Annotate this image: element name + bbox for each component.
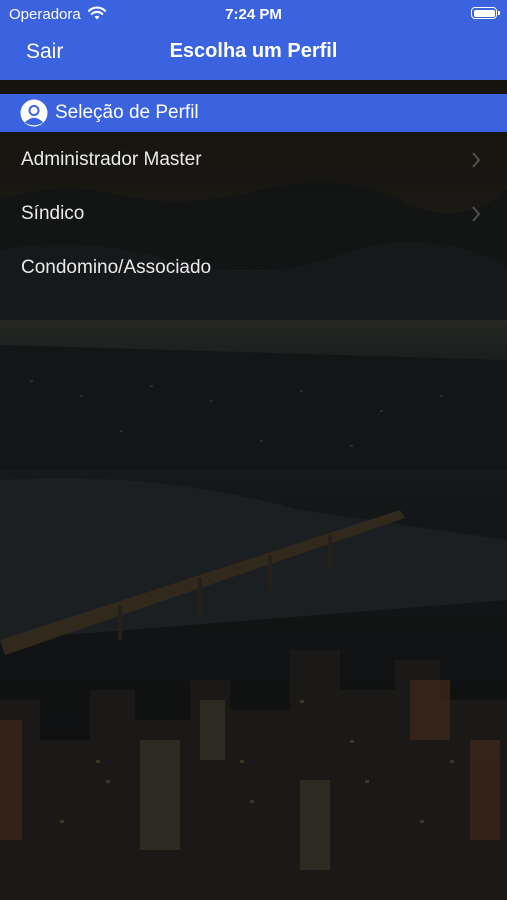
profile-item-label: Condomino/Associado	[21, 257, 212, 278]
profile-list: Administrador Master Síndico Condomino/A…	[0, 133, 507, 295]
profile-selection-header: Seleção de Perfil	[0, 94, 507, 132]
status-bar: Operadora 7:24 PM	[0, 0, 507, 28]
status-time: 7:24 PM	[225, 6, 282, 23]
profile-user-icon	[20, 99, 48, 127]
profile-item-condomino-associado[interactable]: Condomino/Associado	[0, 241, 507, 295]
battery-icon	[471, 7, 500, 19]
chevron-right-icon	[472, 152, 481, 168]
exit-button[interactable]: Sair	[26, 40, 63, 64]
profile-item-administrador-master[interactable]: Administrador Master	[0, 133, 507, 187]
chevron-right-icon	[472, 206, 481, 222]
profile-item-label: Síndico	[21, 203, 85, 224]
page-title: Escolha um Perfil	[169, 40, 338, 62]
profile-item-sindico[interactable]: Síndico	[0, 187, 507, 241]
navigation-header: Operadora 7:24 PM Sair Escolha um Perfil	[0, 0, 507, 80]
profile-item-label: Administrador Master	[21, 149, 202, 170]
section-title: Seleção de Perfil	[55, 102, 199, 123]
